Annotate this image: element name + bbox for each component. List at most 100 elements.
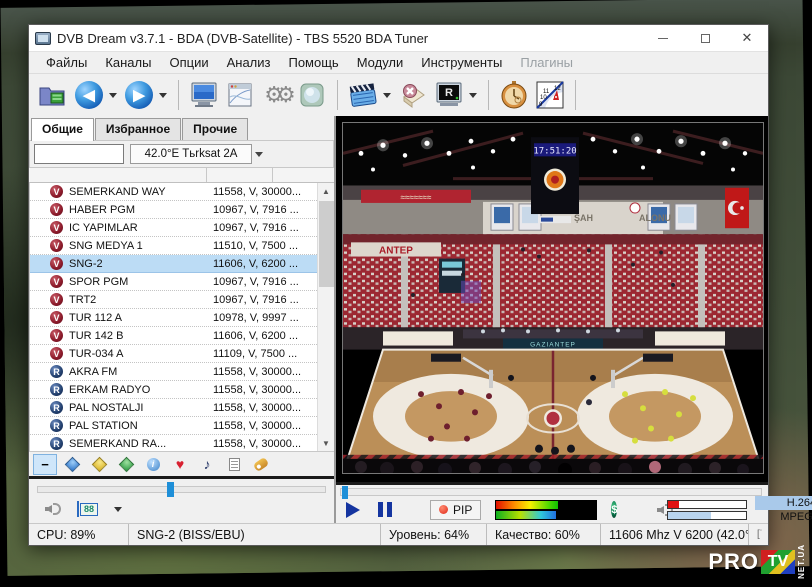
play-button[interactable] — [346, 502, 360, 518]
menu-options[interactable]: Опции — [160, 53, 217, 72]
buffer-bar-bottom — [667, 511, 747, 520]
channel-row-selected[interactable]: VSNG-211606, V, 6200 ... — [30, 255, 317, 273]
position-slider-thumb[interactable] — [167, 482, 174, 497]
pip-button[interactable]: PIP — [430, 500, 481, 520]
minimize-button[interactable] — [642, 25, 684, 51]
channel-row[interactable]: VTUR-034 A11109, V, 7500 ... — [30, 345, 317, 363]
video-display[interactable]: ≈≈≈≈≈≈≈ ŞAH ALONU — [342, 122, 764, 474]
signal-level-bar — [496, 501, 596, 509]
audio-tracks-button[interactable]: ♪ — [195, 454, 219, 475]
satellite-dropdown-button[interactable] — [252, 144, 268, 164]
tab-favorites[interactable]: Избранное — [95, 118, 181, 140]
mute-button[interactable] — [45, 502, 63, 516]
channel-list-folder-button[interactable] — [36, 78, 70, 112]
channel-info: 11558, V, 30000... — [213, 438, 317, 450]
menu-modules[interactable]: Модули — [348, 53, 413, 72]
channel-name: TUR 112 A — [69, 312, 213, 324]
channel-info: 11606, V, 6200 ... — [213, 258, 317, 270]
channel-tabs: Общие Избранное Прочие — [29, 116, 334, 140]
osd-dropdown[interactable] — [114, 507, 122, 512]
next-channel-dropdown[interactable] — [159, 93, 167, 98]
clapperboard-icon — [347, 81, 379, 109]
minimize-icon — [658, 38, 668, 39]
channel-row[interactable]: VSEMERKAND WAY11558, V, 30000... — [30, 183, 317, 201]
next-channel-button[interactable]: ▶ — [122, 78, 156, 112]
watermark-net: NET.UA — [797, 544, 806, 579]
menu-bar: Файлы Каналы Опции Анализ Помощь Модули … — [29, 51, 768, 73]
music-note-icon: ♪ — [204, 456, 211, 472]
channel-name: PAL STATION — [69, 420, 213, 432]
menu-tools[interactable]: Инструменты — [412, 53, 511, 72]
scheduler-button[interactable]: 12 11 10 9 — [533, 78, 567, 112]
close-button[interactable]: ✕ — [726, 25, 768, 51]
move-up-button[interactable] — [60, 454, 84, 475]
channel-row[interactable]: RAKRA FM11558, V, 30000... — [30, 363, 317, 381]
column-extra[interactable] — [273, 168, 334, 182]
channel-name: TUR 142 B — [69, 330, 213, 342]
video-window-button[interactable] — [187, 78, 221, 112]
channel-row[interactable]: VTRT210967, V, 7916 ... — [30, 291, 317, 309]
svg-text:12: 12 — [554, 86, 561, 92]
channel-row[interactable]: RSEMERKAND RA...11558, V, 30000... — [30, 435, 317, 451]
settings-button[interactable]: ⚙⚙ — [259, 78, 293, 112]
channel-info: 11558, V, 30000... — [213, 384, 317, 396]
watermark-pro: PRO — [708, 549, 759, 575]
channel-row[interactable]: RPAL STATION11558, V, 30000... — [30, 417, 317, 435]
title-bar[interactable]: DVB Dream v3.7.1 - BDA (DVB-Satellite) -… — [29, 25, 768, 51]
record-monitor-dropdown[interactable] — [469, 93, 477, 98]
refresh-button[interactable] — [114, 454, 138, 475]
delete-button[interactable] — [396, 78, 430, 112]
channel-row[interactable]: VHABER PGM10967, V, 7916 ... — [30, 201, 317, 219]
cas-key-button[interactable] — [249, 454, 273, 475]
channel-info-button[interactable]: i — [141, 454, 165, 475]
scroll-down-icon[interactable]: ▼ — [318, 435, 334, 451]
tab-others[interactable]: Прочие — [182, 118, 248, 140]
status-signal-level: Уровень: 64% — [381, 524, 487, 545]
menu-help[interactable]: Помощь — [279, 53, 347, 72]
record-monitor-button[interactable]: R — [432, 78, 466, 112]
record-movie-button[interactable] — [346, 78, 380, 112]
scroll-up-icon[interactable]: ▲ — [318, 183, 334, 199]
diamond-blue-icon — [64, 456, 80, 472]
search-row: 42.0°E Tьrksat 2A — [29, 140, 334, 168]
channel-row[interactable]: VTUR 112 A10978, V, 9997 ... — [30, 309, 317, 327]
pause-button[interactable] — [378, 502, 392, 517]
position-slider[interactable] — [37, 486, 326, 493]
list-scrollbar[interactable]: ▲ ▼ — [317, 183, 334, 451]
list-column-header[interactable] — [29, 168, 334, 183]
tab-general[interactable]: Общие — [31, 118, 94, 141]
key-icon — [253, 456, 270, 471]
stopwatch-button[interactable] — [497, 78, 531, 112]
sort-button[interactable] — [87, 454, 111, 475]
previous-channel-button[interactable]: ◀ — [72, 78, 106, 112]
column-name[interactable] — [29, 168, 207, 182]
scrollbar-thumb[interactable] — [319, 201, 334, 287]
edit-channel-button[interactable] — [222, 454, 246, 475]
remove-channel-button[interactable]: − — [33, 454, 57, 475]
favorites-button[interactable]: ♥ — [168, 454, 192, 475]
channel-search-input[interactable] — [34, 144, 124, 164]
channel-row[interactable]: RERKAM RADYO11558, V, 30000... — [30, 381, 317, 399]
menu-channels[interactable]: Каналы — [96, 53, 160, 72]
epg-window-button[interactable] — [223, 78, 257, 112]
channel-row[interactable]: VSNG MEDYA 111510, V, 7500 ... — [30, 237, 317, 255]
scrambled-indicator-icon: $ — [611, 501, 617, 518]
channel-row[interactable]: RPAL NOSTALJI11558, V, 30000... — [30, 399, 317, 417]
record-movie-dropdown[interactable] — [383, 93, 391, 98]
previous-channel-dropdown[interactable] — [109, 93, 117, 98]
status-signal-quality: Качество: 60% — [487, 524, 601, 545]
pause-icon — [378, 502, 383, 517]
playback-seekbar[interactable] — [340, 488, 762, 496]
menu-files[interactable]: Файлы — [37, 53, 96, 72]
channel-scan-button[interactable] — [295, 78, 329, 112]
satellite-select[interactable]: 42.0°E Tьrksat 2A — [130, 144, 252, 164]
channel-info: 11558, V, 30000... — [213, 402, 317, 414]
channel-row[interactable]: VIC YAPIMLAR10967, V, 7916 ... — [30, 219, 317, 237]
osd-display-button[interactable]: 88 — [77, 501, 98, 517]
column-info[interactable] — [207, 168, 273, 182]
channel-row[interactable]: VTUR 142 B11606, V, 6200 ... — [30, 327, 317, 345]
speaker-cone — [45, 505, 52, 513]
channel-row[interactable]: VSPOR PGM10967, V, 7916 ... — [30, 273, 317, 291]
menu-analysis[interactable]: Анализ — [218, 53, 280, 72]
maximize-button[interactable] — [684, 25, 726, 51]
